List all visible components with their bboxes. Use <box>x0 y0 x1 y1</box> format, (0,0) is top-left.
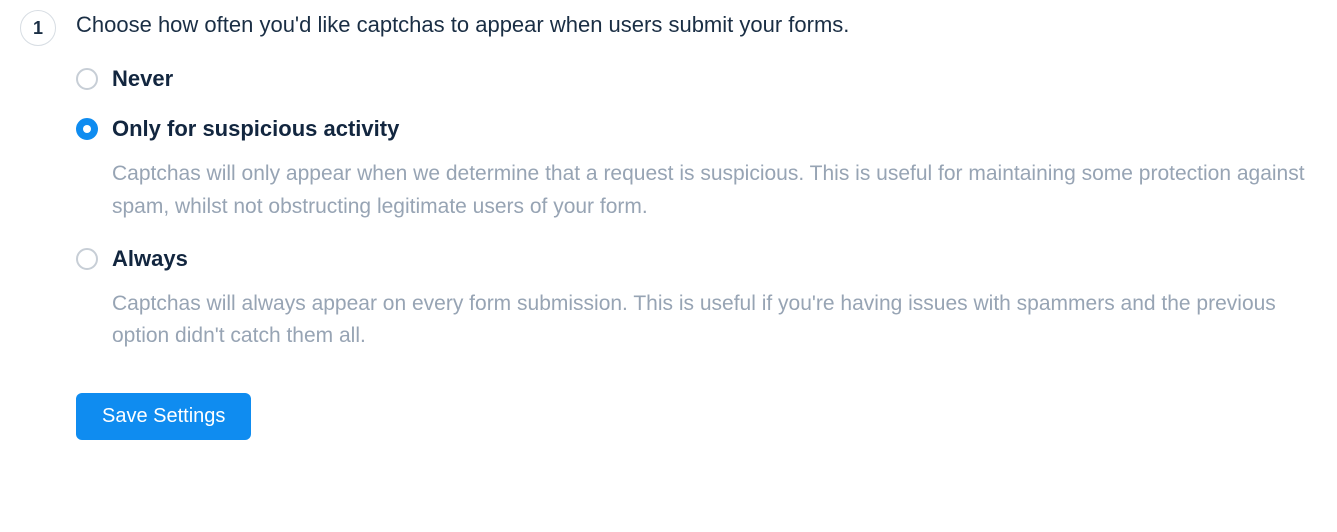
step-number-badge: 1 <box>20 10 56 46</box>
option-suspicious-label: Only for suspicious activity <box>112 115 1307 144</box>
option-suspicious-description: Captchas will only appear when we determ… <box>112 158 1307 223</box>
option-never[interactable]: Never <box>76 65 1307 94</box>
option-suspicious[interactable]: Only for suspicious activity Captchas wi… <box>76 115 1307 223</box>
option-suspicious-main: Only for suspicious activity Captchas wi… <box>112 115 1307 223</box>
option-always[interactable]: Always Captchas will always appear on ev… <box>76 245 1307 353</box>
save-settings-button[interactable]: Save Settings <box>76 393 251 440</box>
step-title: Choose how often you'd like captchas to … <box>76 10 1307 41</box>
option-always-main: Always Captchas will always appear on ev… <box>112 245 1307 353</box>
step-body: Choose how often you'd like captchas to … <box>76 10 1317 440</box>
radio-suspicious[interactable] <box>76 118 98 140</box>
option-always-description: Captchas will always appear on every for… <box>112 288 1307 353</box>
radio-always[interactable] <box>76 248 98 270</box>
captcha-frequency-step: 1 Choose how often you'd like captchas t… <box>20 10 1317 440</box>
radio-never[interactable] <box>76 68 98 90</box>
option-always-label: Always <box>112 245 1307 274</box>
option-never-label: Never <box>112 65 1307 94</box>
option-never-main: Never <box>112 65 1307 94</box>
